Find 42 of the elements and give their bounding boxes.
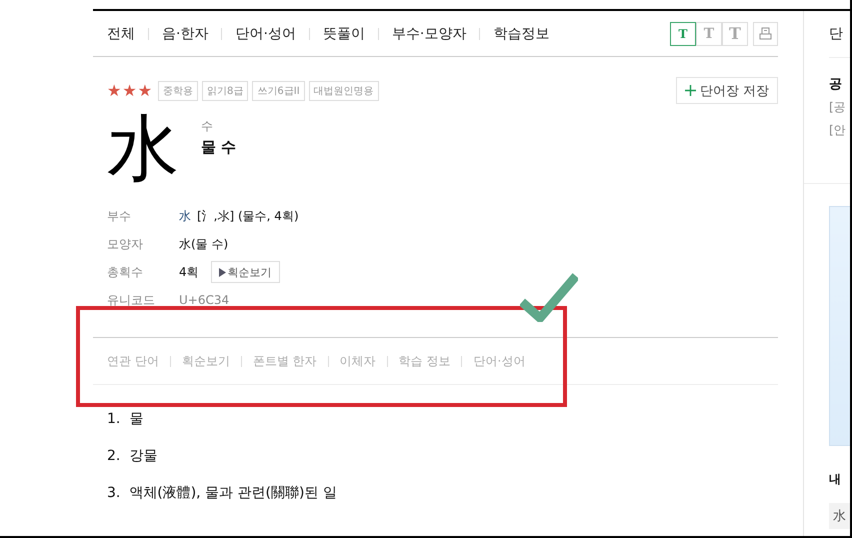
info-value: [氵,氺] (물수, 4획) <box>197 208 299 224</box>
star-icon: ★ <box>138 82 152 98</box>
nav-tab[interactable]: 뜻풀이 <box>322 24 365 42</box>
print-button[interactable] <box>753 22 778 46</box>
reading-text: 수 <box>201 118 214 135</box>
play-icon <box>218 268 226 276</box>
level-tag: 쓰기6급II <box>252 80 305 100</box>
definition-text: 1. 물 <box>107 410 144 428</box>
sidebar-heading: 공 <box>829 76 843 93</box>
sidebar-tab[interactable]: 단 <box>829 11 850 58</box>
info-label: 부수 <box>107 208 132 224</box>
info-value: U+6C34 <box>179 293 230 307</box>
radical-link[interactable]: 水 <box>179 208 191 224</box>
definition-text: 3. 액체(液體), 물과 관련(關聯)된 일 <box>107 484 338 502</box>
print-icon <box>759 27 772 40</box>
level-tag: 대법원인명용 <box>308 80 379 100</box>
nav-tab[interactable]: 단어·성어 <box>235 24 296 42</box>
save-to-wordbook-button[interactable]: 단어장 저장 <box>676 77 778 104</box>
info-value: 水(물 수) <box>179 236 228 252</box>
info-label: 모양자 <box>107 236 144 252</box>
info-label: 유니코드 <box>107 292 156 308</box>
sidebar-heading: 내 <box>829 471 842 488</box>
definition-text: 2. 강물 <box>107 447 158 465</box>
stroke-order-button[interactable]: 획순보기 <box>210 261 280 283</box>
hanja-chip[interactable]: 水 <box>829 503 850 529</box>
nav-tab[interactable]: 학습정보 <box>493 24 550 42</box>
font-size-button[interactable]: T <box>670 22 696 46</box>
nav-tab[interactable]: 음·한자 <box>162 24 208 42</box>
level-tag: 중학용 <box>158 80 198 100</box>
info-value: 4획 <box>179 264 199 280</box>
info-label: 총획수 <box>107 264 144 280</box>
star-icon: ★ <box>122 82 137 98</box>
hanja-character: 水 <box>107 106 179 190</box>
meaning-text: 물 수 <box>201 138 236 157</box>
level-tag: 읽기8급 <box>202 80 248 100</box>
nav-tab[interactable]: 부수·모양자 <box>392 24 466 42</box>
sidebar-text: [안 <box>829 122 847 139</box>
star-icon: ★ <box>107 82 122 98</box>
nav-tab[interactable]: 전체 <box>107 24 135 42</box>
sidebar-text: [공 <box>829 99 847 116</box>
checkmark-icon <box>520 272 578 322</box>
plus-icon <box>684 85 696 96</box>
